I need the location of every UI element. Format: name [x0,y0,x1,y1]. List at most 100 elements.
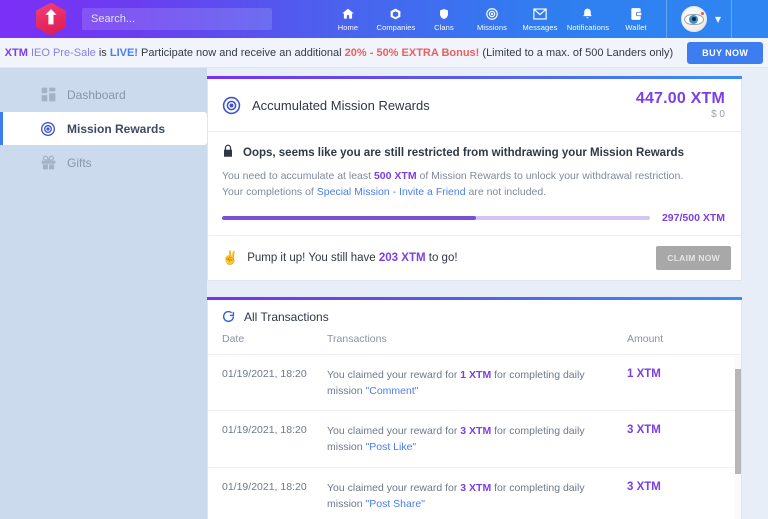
promo-is: is [95,46,110,59]
mission-name: "Post Like" [365,441,417,454]
nav-item-missions[interactable]: Missions [468,0,516,38]
buy-now-button[interactable]: BUY NOW [687,41,764,64]
transaction-description: You claimed your reward for 3 XTM for co… [327,480,627,513]
promo-mid: Participate now and receive an additiona… [137,46,345,59]
table-row[interactable]: 01/19/2021, 18:20 You claimed your reward… [208,411,741,468]
restriction-line1-b: of Mission Rewards to unlock your withdr… [416,170,684,182]
nav-label: Home [337,22,359,32]
rewards-amount: 447.00 XTM [635,90,725,107]
nav-item-clans[interactable]: Clans [420,0,468,38]
accumulated-rewards-card: Accumulated Mission Rewards 447.00 XTM $… [207,76,742,281]
avatar[interactable] [680,6,707,32]
top-navigation-bar: ⬆ Search... Home Companies Clans Mission… [0,0,768,38]
pump-text: Pump it up! You still have 203 XTM to go… [247,252,457,264]
nav-item-notifications[interactable]: Notifications [564,0,612,38]
target-icon [40,121,56,137]
main-content: Accumulated Mission Rewards 447.00 XTM $… [207,68,768,519]
pump-text-b: to go! [425,251,458,264]
transaction-amount: 3 XTM [627,480,661,493]
nav-item-companies[interactable]: Companies [372,0,420,38]
victory-hand-icon: ✌ [222,249,239,265]
progress-bar-fill [222,215,477,220]
pump-text-a: Pump it up! You still have [247,251,379,264]
sidebar-item-mission-rewards[interactable]: Mission Rewards [0,112,207,145]
withdrawal-restriction-section: Oops, seems like you are still restricte… [208,132,741,236]
user-menu[interactable]: ▾ [665,0,732,38]
transactions-scrollbar[interactable] [735,354,741,519]
target-icon [222,96,241,115]
promo-tail: (Limited to a max. of 500 Landers only) [479,46,674,59]
table-row[interactable]: 01/19/2021, 18:20 You claimed your reward… [208,468,741,519]
chevron-down-icon[interactable]: ▾ [715,12,721,26]
app-logo[interactable]: ⬆ [36,2,66,36]
desc-prefix: You claimed your reward for [327,481,461,494]
transaction-date: 01/19/2021, 18:20 [222,367,307,380]
nav-item-messages[interactable]: Messages [516,0,564,38]
envelope-icon [533,7,547,22]
transactions-list[interactable]: 01/19/2021, 18:20 You claimed your reward… [208,354,741,519]
nav-label: Clans [434,22,454,32]
column-header-date: Date [222,332,245,345]
desc-amount: 3 XTM [460,481,492,494]
sidebar-item-label: Mission Rewards [67,121,166,136]
transaction-amount: 3 XTM [627,424,661,437]
desc-prefix: You claimed your reward for [327,368,461,381]
progress-row: 297/500 XTM [222,212,725,224]
target-icon [485,7,499,22]
rewards-fiat-value: $ 0 [711,109,725,120]
page-title: Accumulated Mission Rewards [252,97,430,113]
shield-icon [438,7,450,22]
gift-icon [40,155,56,171]
home-icon [341,7,355,22]
nav-item-wallet[interactable]: Wallet [612,0,660,38]
mission-name: "Post Share" [365,497,425,510]
transaction-date: 01/19/2021, 18:20 [222,424,307,437]
column-header-transactions: Transactions [327,332,387,345]
nav-label: Companies [376,22,416,32]
transaction-date: 01/19/2021, 18:20 [222,480,307,493]
column-header-amount: Amount [627,332,664,345]
desc-prefix: You claimed your reward for [327,425,461,438]
lock-icon [222,144,234,161]
mission-name: "Comment" [365,384,419,397]
sidebar-item-dashboard[interactable]: Dashboard [0,78,207,111]
nav-right-spacer [732,0,768,38]
nav-item-home[interactable]: Home [324,0,372,38]
restriction-line2-a: Your completions of [222,186,317,199]
promo-bonus: 20% - 50% EXTRA Bonus! [344,46,480,59]
restriction-line2-b: are not included. [465,186,547,199]
claim-section: ✌ Pump it up! You still have 203 XTM to … [208,236,741,280]
promo-text: XTM IEO Pre-Sale is LIVE! Participate no… [5,47,674,59]
companies-icon [389,7,402,22]
scrollbar-thumb[interactable] [735,368,741,474]
sidebar-item-label: Gifts [67,155,92,170]
page-body: Dashboard Mission Rewards Gifts Accumula… [0,68,768,519]
special-mission-link[interactable]: Special Mission - Invite a Friend [317,186,466,198]
sidebar-item-label: Dashboard [67,87,126,102]
sidebar-item-gifts[interactable]: Gifts [0,146,207,179]
refresh-icon [222,310,235,323]
desc-amount: 1 XTM [460,368,492,381]
nav-items: Home Companies Clans Missions Messages N… [324,0,660,38]
restriction-threshold: 500 XTM [373,170,417,182]
search-placeholder: Search... [91,13,136,25]
table-row[interactable]: 01/19/2021, 18:20 You claimed your reward… [208,355,741,412]
restriction-title-row: Oops, seems like you are still restricte… [222,144,725,161]
all-transactions-card: All Transactions Date Transactions Amoun… [207,296,742,519]
promo-ieo: IEO Pre-Sale [30,46,96,59]
transaction-description: You claimed your reward for 3 XTM for co… [327,423,627,456]
search-input[interactable]: Search... [82,8,272,30]
promo-banner: XTM IEO Pre-Sale is LIVE! Participate no… [0,38,768,68]
progress-bar [222,215,650,220]
promo-live: LIVE! [109,46,138,59]
dashboard-grid-icon [40,87,56,103]
nav-label: Missions [476,22,507,32]
restriction-line-2: Your completions of Special Mission - In… [222,184,725,200]
desc-amount: 3 XTM [460,425,492,438]
transactions-title: All Transactions [244,309,329,324]
nav-label: Messages [522,22,558,32]
nav-label: Wallet [625,22,647,32]
transaction-description: You claimed your reward for 1 XTM for co… [327,367,627,400]
claim-now-button[interactable]: CLAIM NOW [656,245,731,270]
transactions-column-headers: Date Transactions Amount [208,333,741,355]
